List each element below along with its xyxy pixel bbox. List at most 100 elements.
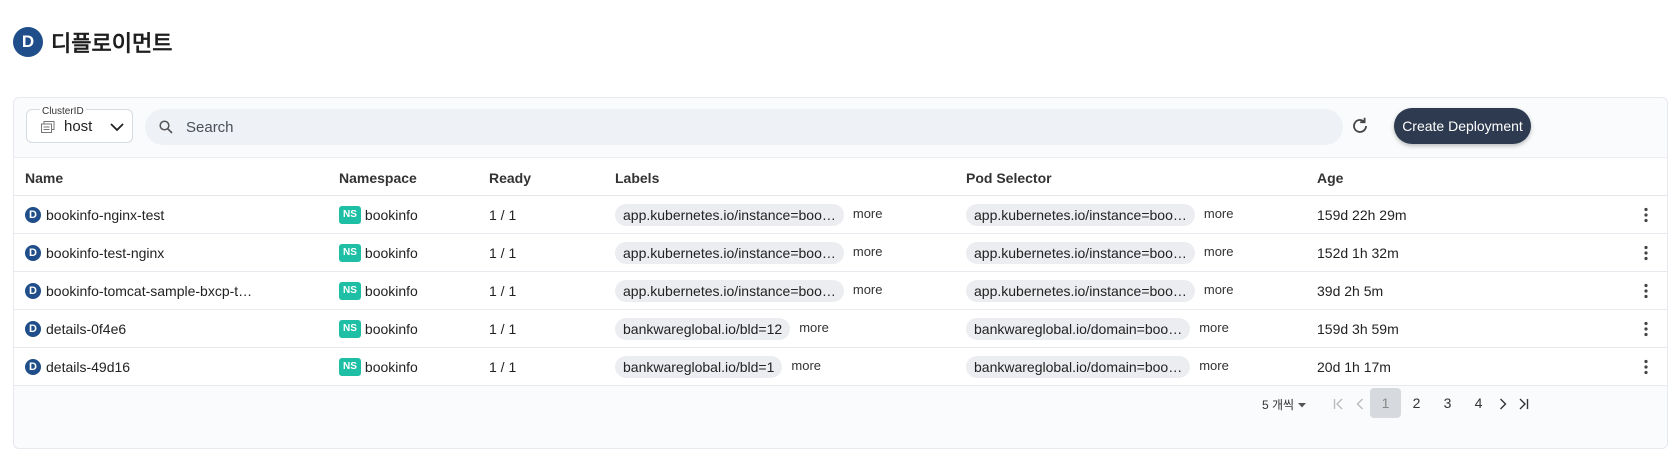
namespace-cell: NS bookinfo xyxy=(339,272,418,310)
pagination: 5 개씩 1 2 3 4 xyxy=(14,384,1667,424)
ready-cell: 1 / 1 xyxy=(489,245,517,261)
age-cell: 39d 2h 5m xyxy=(1317,283,1384,299)
page-button-4[interactable]: 4 xyxy=(1463,388,1494,418)
labels-cell: bankwareglobal.io/bld=12 more xyxy=(615,310,829,348)
selector-more-link[interactable]: more xyxy=(1204,244,1234,259)
labels-more-link[interactable]: more xyxy=(853,244,883,259)
search-box xyxy=(145,109,1343,145)
previous-page-icon[interactable] xyxy=(1353,397,1367,411)
deployment-name-link[interactable]: details-0f4e6 xyxy=(46,321,126,337)
name-cell: D details-49d16 xyxy=(25,348,130,386)
label-chip: bankwareglobal.io/bld=12 xyxy=(615,318,791,340)
ready-cell: 1 / 1 xyxy=(489,283,517,299)
namespace-link[interactable]: bookinfo xyxy=(365,207,418,223)
labels-more-link[interactable]: more xyxy=(853,206,883,221)
page-button-3[interactable]: 3 xyxy=(1432,388,1463,418)
deployment-name-link[interactable]: bookinfo-test-nginx xyxy=(46,245,164,261)
more-vertical-icon[interactable] xyxy=(1637,320,1655,338)
name-cell: D bookinfo-test-nginx xyxy=(25,234,164,272)
namespace-badge: NS xyxy=(339,244,361,262)
label-chip: bankwareglobal.io/bld=1 xyxy=(615,356,783,378)
more-vertical-icon[interactable] xyxy=(1637,206,1655,224)
table-row[interactable]: D details-0f4e6 NS bookinfo 1 / 1 bankwa… xyxy=(14,310,1667,348)
more-vertical-icon[interactable] xyxy=(1637,282,1655,300)
table-row[interactable]: D bookinfo-tomcat-sample-bxcp-t… NS book… xyxy=(14,272,1667,310)
label-chip: app.kubernetes.io/instance=boo… xyxy=(615,204,844,226)
refresh-icon[interactable] xyxy=(1349,115,1371,137)
labels-more-link[interactable]: more xyxy=(853,282,883,297)
selector-more-link[interactable]: more xyxy=(1199,320,1229,335)
deployment-icon: D xyxy=(25,207,41,223)
column-header-ready[interactable]: Ready xyxy=(489,170,531,186)
age-cell: 152d 1h 32m xyxy=(1317,245,1399,261)
table-header: Name Namespace Ready Labels Pod Selector… xyxy=(14,158,1667,196)
labels-more-link[interactable]: more xyxy=(799,320,829,335)
selector-chip: app.kubernetes.io/instance=boo… xyxy=(966,242,1195,264)
more-vertical-icon[interactable] xyxy=(1637,358,1655,376)
last-page-icon[interactable] xyxy=(1516,397,1530,411)
deployment-icon: D xyxy=(25,359,41,375)
toolbar: ClusterID host Create Deployment xyxy=(14,98,1667,158)
create-deployment-button[interactable]: Create Deployment xyxy=(1394,108,1531,144)
table-row[interactable]: D bookinfo-nginx-test NS bookinfo 1 / 1 … xyxy=(14,196,1667,234)
table-body: D bookinfo-nginx-test NS bookinfo 1 / 1 … xyxy=(14,196,1667,386)
name-cell: D details-0f4e6 xyxy=(25,310,126,348)
namespace-badge: NS xyxy=(339,206,361,224)
age-cell: 159d 3h 59m xyxy=(1317,321,1399,337)
namespace-link[interactable]: bookinfo xyxy=(365,359,418,375)
labels-cell: app.kubernetes.io/instance=boo… more xyxy=(615,234,883,272)
namespace-cell: NS bookinfo xyxy=(339,310,418,348)
page-size-label: 5 개씩 xyxy=(1262,398,1295,412)
next-page-icon[interactable] xyxy=(1496,397,1510,411)
namespace-badge: NS xyxy=(339,358,361,376)
name-cell: D bookinfo-nginx-test xyxy=(25,196,164,234)
name-cell: D bookinfo-tomcat-sample-bxcp-t… xyxy=(25,272,252,310)
selector-more-link[interactable]: more xyxy=(1204,206,1234,221)
namespace-cell: NS bookinfo xyxy=(339,234,418,272)
pod-selector-cell: app.kubernetes.io/instance=boo… more xyxy=(966,234,1234,272)
namespace-cell: NS bookinfo xyxy=(339,196,418,234)
labels-cell: app.kubernetes.io/instance=boo… more xyxy=(615,272,883,310)
namespace-link[interactable]: bookinfo xyxy=(365,283,418,299)
deployment-name-link[interactable]: bookinfo-nginx-test xyxy=(46,207,164,223)
column-header-name[interactable]: Name xyxy=(25,170,63,186)
search-icon xyxy=(159,120,173,134)
table-row[interactable]: D bookinfo-test-nginx NS bookinfo 1 / 1 … xyxy=(14,234,1667,272)
selector-chip: bankwareglobal.io/domain=boo… xyxy=(966,356,1191,378)
page-button-1[interactable]: 1 xyxy=(1370,388,1401,418)
table-row[interactable]: D details-49d16 NS bookinfo 1 / 1 bankwa… xyxy=(14,348,1667,386)
search-input[interactable] xyxy=(186,109,1326,145)
column-header-labels[interactable]: Labels xyxy=(615,170,659,186)
selector-more-link[interactable]: more xyxy=(1204,282,1234,297)
ready-cell: 1 / 1 xyxy=(489,359,517,375)
more-vertical-icon[interactable] xyxy=(1637,244,1655,262)
label-chip: app.kubernetes.io/instance=boo… xyxy=(615,242,844,264)
page-size-select[interactable]: 5 개씩 xyxy=(1262,396,1307,413)
pod-selector-cell: bankwareglobal.io/domain=boo… more xyxy=(966,310,1229,348)
labels-cell: bankwareglobal.io/bld=1 more xyxy=(615,348,821,386)
column-header-age[interactable]: Age xyxy=(1317,170,1343,186)
deployment-name-link[interactable]: details-49d16 xyxy=(46,359,130,375)
cluster-value: host xyxy=(64,118,93,135)
labels-cell: app.kubernetes.io/instance=boo… more xyxy=(615,196,883,234)
deployment-name-link[interactable]: bookinfo-tomcat-sample-bxcp-t… xyxy=(46,283,252,299)
first-page-icon[interactable] xyxy=(1332,397,1346,411)
chevron-down-icon xyxy=(110,123,124,132)
pod-selector-cell: app.kubernetes.io/instance=boo… more xyxy=(966,272,1234,310)
column-header-namespace[interactable]: Namespace xyxy=(339,170,417,186)
page-button-2[interactable]: 2 xyxy=(1401,388,1432,418)
cluster-select[interactable]: ClusterID host xyxy=(26,106,133,143)
selector-more-link[interactable]: more xyxy=(1199,358,1229,373)
pod-selector-cell: app.kubernetes.io/instance=boo… more xyxy=(966,196,1234,234)
deployment-icon: D xyxy=(13,27,43,57)
labels-more-link[interactable]: more xyxy=(791,358,821,373)
ready-cell: 1 / 1 xyxy=(489,321,517,337)
namespace-badge: NS xyxy=(339,320,361,338)
namespace-link[interactable]: bookinfo xyxy=(365,245,418,261)
column-header-pod-selector[interactable]: Pod Selector xyxy=(966,170,1052,186)
deployment-icon: D xyxy=(25,321,41,337)
namespace-link[interactable]: bookinfo xyxy=(365,321,418,337)
pod-selector-cell: bankwareglobal.io/domain=boo… more xyxy=(966,348,1229,386)
namespace-badge: NS xyxy=(339,282,361,300)
selector-chip: app.kubernetes.io/instance=boo… xyxy=(966,204,1195,226)
